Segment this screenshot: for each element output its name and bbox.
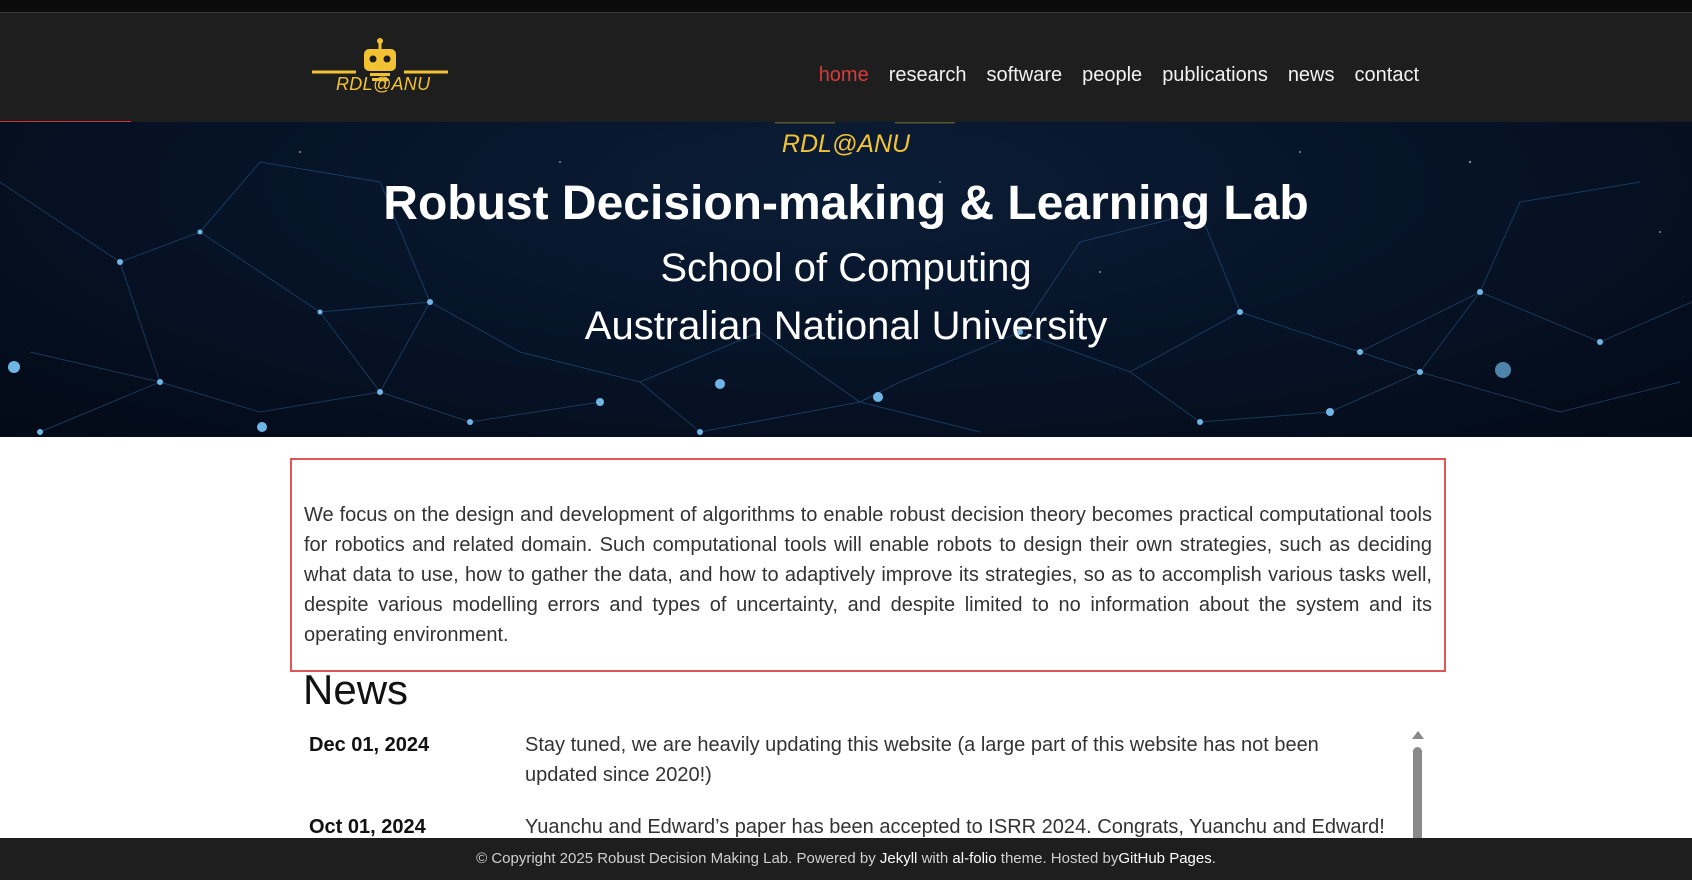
hero-logo-text: RDL@ANU bbox=[781, 130, 911, 158]
nav-home[interactable]: home bbox=[819, 64, 869, 87]
news-date: Dec 01, 2024 bbox=[309, 734, 430, 756]
news-list[interactable]: Dec 01, 2024 Stay tuned, we are heavily … bbox=[303, 730, 1433, 838]
hero-robot-icon bbox=[775, 122, 955, 124]
about-text: We focus on the design and development o… bbox=[304, 504, 1432, 646]
hero-title: Robust Decision-making & Learning Lab bbox=[383, 177, 1309, 230]
news-item: Oct 01, 2024 Yuanchu and Edward’s paper … bbox=[303, 812, 1433, 838]
footer-github-pages-link[interactable]: GitHub Pages bbox=[1118, 850, 1211, 867]
nav-people[interactable]: people bbox=[1082, 64, 1142, 87]
news-heading: News bbox=[303, 666, 409, 713]
footer-with: with bbox=[921, 850, 949, 867]
footer: © Copyright 2025 Robust Decision Making … bbox=[0, 838, 1692, 880]
news-item: Dec 01, 2024 Stay tuned, we are heavily … bbox=[303, 730, 1433, 790]
nav-software[interactable]: software bbox=[987, 64, 1063, 87]
footer-period: . bbox=[1211, 850, 1216, 867]
nav-news[interactable]: news bbox=[1288, 64, 1335, 87]
hero-subtitle-school: School of Computing bbox=[660, 246, 1032, 290]
nav-publications[interactable]: publications bbox=[1162, 64, 1268, 87]
footer-copyright: © Copyright 2025 Robust Decision Making … bbox=[476, 850, 876, 867]
news-text: Stay tuned, we are heavily updating this… bbox=[525, 734, 1319, 786]
news-scrollbar[interactable] bbox=[1410, 730, 1424, 847]
nav-contact[interactable]: contact bbox=[1355, 64, 1419, 87]
footer-hosted: theme. Hosted by bbox=[1000, 850, 1119, 867]
about-box: We focus on the design and development o… bbox=[290, 458, 1446, 672]
footer-alfolio-link[interactable]: al-folio bbox=[952, 850, 996, 867]
news-text: Yuanchu and Edward’s paper has been acce… bbox=[525, 816, 1385, 838]
scroll-thumb[interactable] bbox=[1413, 747, 1422, 847]
hero-subtitle-university: Australian National University bbox=[584, 304, 1108, 348]
hero-banner: RDL@ANU Robust Decision-making & Learnin… bbox=[0, 122, 1692, 437]
scroll-up-arrow-icon[interactable] bbox=[1412, 731, 1424, 739]
logo-text[interactable]: RDL@ANU bbox=[336, 74, 430, 95]
navbar: RDL@ANU home research software people pu… bbox=[0, 13, 1692, 122]
browser-top-strip bbox=[0, 0, 1692, 13]
main-nav: home research software people publicatio… bbox=[819, 64, 1419, 87]
news-date: Oct 01, 2024 bbox=[309, 816, 426, 838]
footer-jekyll-link[interactable]: Jekyll bbox=[880, 850, 918, 867]
nav-research[interactable]: research bbox=[889, 64, 967, 87]
